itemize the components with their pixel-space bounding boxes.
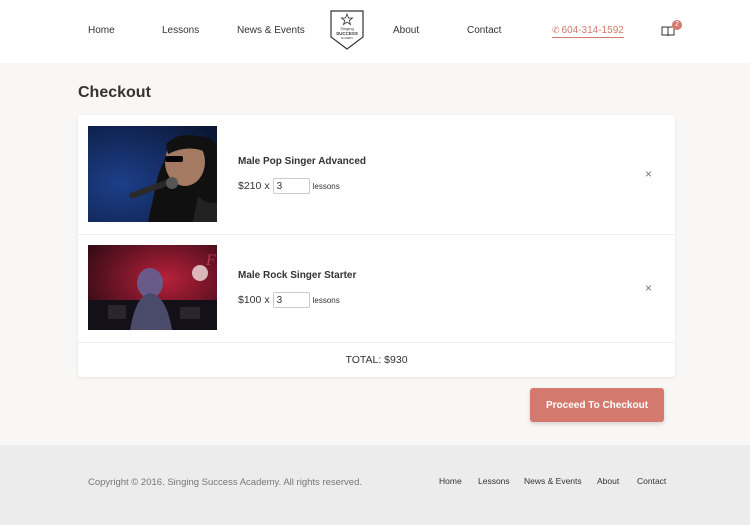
page-title: Checkout xyxy=(78,84,151,101)
item-unit: lessons xyxy=(312,295,340,305)
item-multiplier: x xyxy=(264,294,270,306)
copyright-text: Copyright © 2016. Singing Success Academ… xyxy=(88,477,363,488)
item-multiplier: x xyxy=(264,180,270,192)
item-price: $210 xyxy=(238,180,262,192)
item-unit: lessons xyxy=(312,181,340,191)
phone-number: 604-314-1592 xyxy=(561,25,624,36)
item-price-row: $100 x lessons xyxy=(238,292,340,308)
remove-item-button[interactable]: × xyxy=(645,281,652,295)
rock-singer-image: F xyxy=(88,245,217,330)
footer-link-home[interactable]: Home xyxy=(439,476,462,486)
pop-singer-image xyxy=(88,126,217,222)
phone-icon: ✆ xyxy=(552,25,560,35)
logo-line3: ACADEMY xyxy=(341,37,354,40)
footer-link-lessons[interactable]: Lessons xyxy=(478,476,510,486)
quantity-input[interactable] xyxy=(272,178,310,194)
footer-link-about[interactable]: About xyxy=(597,476,619,486)
cart-item: F Male Rock Singer Starter $100 x lesson… xyxy=(78,235,675,343)
logo-shield-icon: Singing SUCCESS ACADEMY xyxy=(330,10,364,50)
footer-link-contact[interactable]: Contact xyxy=(637,476,666,486)
academy-logo[interactable]: Singing SUCCESS ACADEMY xyxy=(329,9,365,51)
nav-lessons[interactable]: Lessons xyxy=(162,25,199,36)
nav-news-events[interactable]: News & Events xyxy=(237,25,305,36)
item-price: $100 xyxy=(238,294,262,306)
remove-item-button[interactable]: × xyxy=(645,167,652,181)
cart-count-badge: 2 xyxy=(672,20,682,30)
item-price-row: $210 x lessons xyxy=(238,178,340,194)
phone-link[interactable]: ✆ 604-314-1592 xyxy=(552,25,624,38)
item-name: Male Pop Singer Advanced xyxy=(238,156,366,167)
item-thumbnail-pop-singer xyxy=(88,126,217,222)
site-footer: Copyright © 2016. Singing Success Academ… xyxy=(0,445,750,525)
nav-contact[interactable]: Contact xyxy=(467,25,501,36)
nav-home[interactable]: Home xyxy=(88,25,115,36)
quantity-input[interactable] xyxy=(272,292,310,308)
footer-link-news-events[interactable]: News & Events xyxy=(524,476,582,486)
cart-total: TOTAL: $930 xyxy=(345,354,408,366)
nav-about[interactable]: About xyxy=(393,25,419,36)
cart-card: Male Pop Singer Advanced $210 x lessons … xyxy=(78,115,675,377)
item-thumbnail-rock-singer: F xyxy=(88,245,217,330)
site-header: Home Lessons News & Events Singing SUCCE… xyxy=(0,0,750,63)
proceed-to-checkout-button[interactable]: Proceed To Checkout xyxy=(530,388,664,422)
logo-line2: SUCCESS xyxy=(336,31,358,36)
item-name: Male Rock Singer Starter xyxy=(238,270,357,281)
cart-item: Male Pop Singer Advanced $210 x lessons … xyxy=(78,115,675,235)
svg-text:F: F xyxy=(205,252,216,269)
